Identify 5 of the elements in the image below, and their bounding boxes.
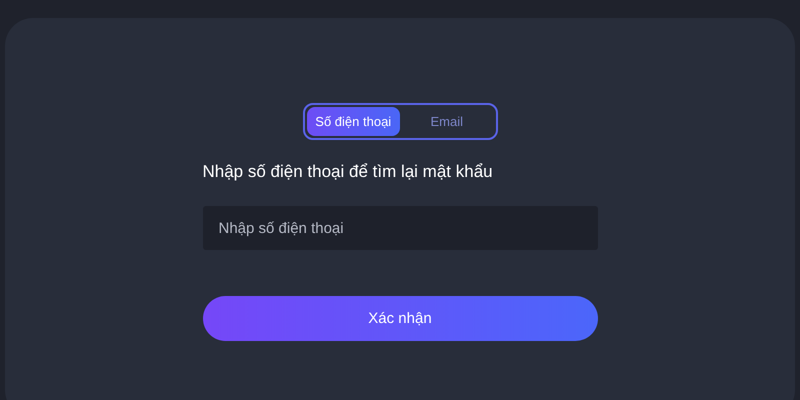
form-heading: Nhập số điện thoại để tìm lại mật khẩu [202,162,494,182]
tab[interactable]: Email [400,107,494,136]
confirm-button[interactable]: Xác nhận [202,296,598,341]
tab[interactable]: Số điện thoại [306,107,400,136]
phone-input-field[interactable]: Nhập số điện thoại [202,206,598,250]
